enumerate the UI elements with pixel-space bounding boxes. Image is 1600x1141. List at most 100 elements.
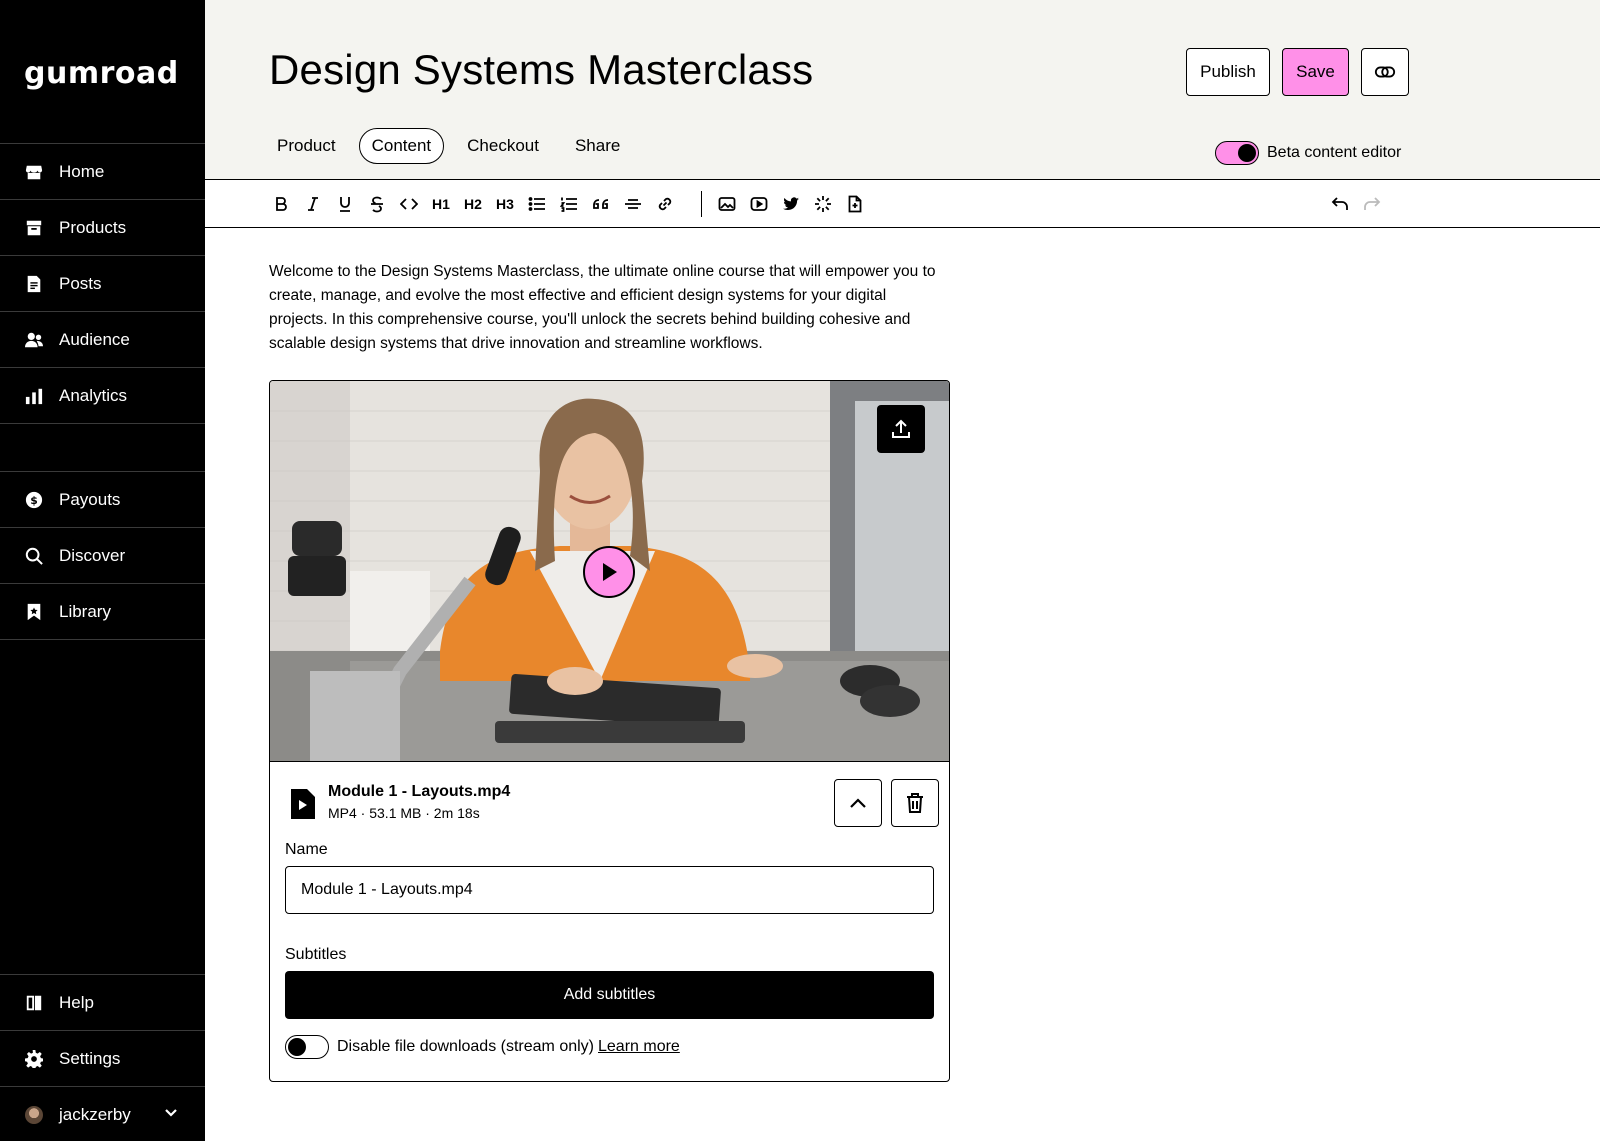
tab-checkout[interactable]: Checkout [454, 128, 552, 164]
tab-content[interactable]: Content [358, 128, 445, 164]
name-label: Name [285, 841, 328, 858]
insert-image-button[interactable] [713, 190, 741, 218]
undo-button[interactable] [1326, 190, 1354, 218]
sidebar-item-analytics[interactable]: Analytics [0, 368, 205, 424]
learn-more-link[interactable]: Learn more [598, 1038, 680, 1056]
bar-chart-icon [25, 388, 43, 404]
book-icon [26, 995, 42, 1010]
numbered-list-button[interactable] [555, 190, 583, 218]
search-icon [25, 547, 43, 565]
gear-icon [25, 1049, 43, 1068]
sidebar-item-products[interactable]: Products [0, 200, 205, 256]
twitter-icon [783, 197, 799, 211]
numbered-list-icon [560, 197, 577, 212]
beta-editor-label: Beta content editor [1267, 144, 1402, 161]
save-button[interactable]: Save [1282, 48, 1349, 96]
sidebar-item-settings[interactable]: Settings [0, 1031, 205, 1087]
delete-file-button[interactable] [891, 779, 939, 827]
sidebar-item-payouts[interactable]: $ Payouts [0, 472, 205, 528]
sidebar-item-label: Posts [59, 273, 102, 293]
tab-product[interactable]: Product [264, 128, 349, 164]
insert-tweet-button[interactable] [777, 190, 805, 218]
undo-icon [1331, 197, 1348, 210]
play-video-button[interactable] [583, 546, 635, 598]
copy-link-button[interactable] [1361, 48, 1409, 96]
link-icon [658, 197, 672, 211]
svg-text:$: $ [30, 494, 38, 507]
horizontal-rule-icon [625, 199, 641, 209]
file-icon [848, 195, 862, 213]
publish-button[interactable]: Publish [1186, 48, 1270, 96]
video-thumbnail[interactable] [270, 381, 949, 762]
code-icon [400, 198, 418, 210]
insert-embed-button[interactable] [809, 190, 837, 218]
sidebar-item-discover[interactable]: Discover [0, 528, 205, 584]
heading-2-button[interactable]: H2 [459, 190, 487, 218]
sidebar-item-help[interactable]: Help [0, 975, 205, 1031]
sidebar-item-label: Audience [59, 329, 130, 349]
chevron-up-icon [850, 798, 866, 808]
quote-button[interactable] [587, 190, 615, 218]
sparkle-embed-icon [815, 196, 831, 212]
italic-icon [308, 197, 318, 211]
sidebar-item-home[interactable]: Home [0, 144, 205, 200]
heading-3-button[interactable]: H3 [491, 190, 519, 218]
main-nav: Home Products Posts Audience Analytics $… [0, 143, 205, 640]
code-button[interactable] [395, 190, 423, 218]
horizontal-rule-button[interactable] [619, 190, 647, 218]
bullet-list-button[interactable] [523, 190, 551, 218]
sidebar-item-label: Help [59, 992, 94, 1012]
file-name: Module 1 - Layouts.mp4 [328, 783, 511, 800]
nav-divider [0, 424, 205, 472]
collapse-button[interactable] [834, 779, 882, 827]
strikethrough-button[interactable] [363, 190, 391, 218]
bullet-list-icon [528, 197, 545, 211]
document-icon [27, 275, 41, 292]
link-button[interactable] [651, 190, 679, 218]
avatar [25, 1106, 43, 1124]
sidebar-item-label: Home [59, 161, 105, 181]
underline-icon [340, 197, 350, 212]
sidebar-item-library[interactable]: Library [0, 584, 205, 640]
bold-icon [276, 197, 287, 211]
username: jackzerby [59, 1105, 131, 1124]
sidebar-item-posts[interactable]: Posts [0, 256, 205, 312]
insert-file-button[interactable] [841, 190, 869, 218]
underline-button[interactable] [331, 190, 359, 218]
sidebar-item-label: Library [59, 601, 111, 621]
toolbar-divider [701, 191, 702, 217]
quote-icon [593, 199, 609, 209]
italic-button[interactable] [299, 190, 327, 218]
sidebar-item-label: Settings [59, 1048, 121, 1068]
people-icon [25, 332, 43, 347]
redo-button[interactable] [1358, 190, 1386, 218]
page-header: Design Systems Masterclass Publish Save … [205, 0, 1600, 180]
trash-icon [907, 793, 923, 813]
sidebar-item-label: Products [59, 217, 127, 237]
image-icon [718, 197, 736, 211]
play-icon [603, 563, 617, 581]
heading-1-button[interactable]: H1 [427, 190, 455, 218]
disable-downloads-toggle[interactable] [285, 1035, 329, 1059]
file-name-input[interactable] [285, 866, 934, 914]
insert-video-button[interactable] [745, 190, 773, 218]
tab-share[interactable]: Share [562, 128, 633, 164]
subtitles-label: Subtitles [285, 946, 347, 963]
bold-button[interactable] [267, 190, 295, 218]
archive-icon [26, 220, 42, 235]
strikethrough-icon [371, 196, 383, 213]
beta-editor-toggle[interactable] [1215, 141, 1259, 165]
bottom-nav: Help Settings jackzerby [0, 974, 205, 1141]
store-icon [25, 165, 43, 179]
video-file-icon [291, 789, 315, 819]
add-subtitles-button[interactable]: Add subtitles [285, 971, 934, 1019]
editor-toolbar: H1 H2 H3 [205, 180, 1600, 228]
user-menu[interactable]: jackzerby [0, 1087, 205, 1141]
sidebar-item-label: Discover [59, 545, 126, 565]
chevron-down-icon [165, 1109, 177, 1117]
gumroad-logo[interactable]: Gumroad [24, 56, 179, 91]
sidebar-item-audience[interactable]: Audience [0, 312, 205, 368]
sidebar: Gumroad Home Products Posts Audience Ana… [0, 0, 205, 1141]
intro-paragraph[interactable]: Welcome to the Design Systems Masterclas… [269, 260, 949, 356]
replace-thumbnail-button[interactable] [877, 405, 925, 453]
